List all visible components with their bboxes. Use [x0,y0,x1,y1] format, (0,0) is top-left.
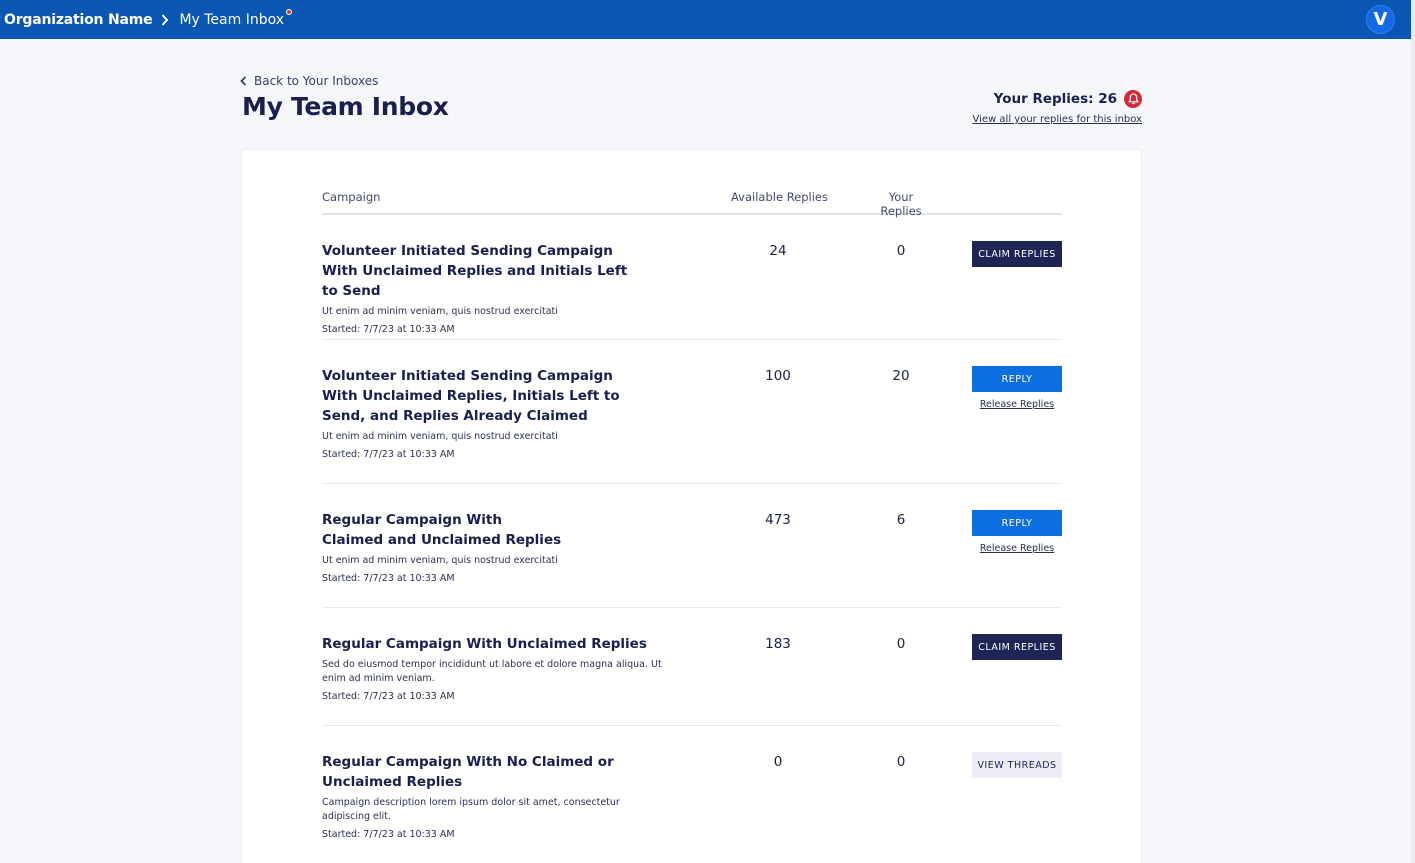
table-row: Regular Campaign With Claimed and Unclai… [322,484,1062,608]
campaign-description: Ut enim ad minim veniam, quis nostrud ex… [322,431,558,442]
campaign-started-date: Started: 7/7/23 at 10:33 AM [322,449,455,460]
available-replies-count: 183 [765,636,791,652]
scrollbar-track [1411,0,1415,863]
breadcrumb-current-label: My Team Inbox [179,11,285,28]
your-replies-count: Your Replies: 26 [993,91,1117,107]
available-replies-count: 24 [769,243,787,259]
campaign-started-date: Started: 7/7/23 at 10:33 AM [322,324,455,335]
claim-replies-button[interactable]: CLAIM REPLIES [972,241,1062,267]
column-header-campaign: Campaign [322,190,381,204]
campaign-title: Volunteer Initiated Sending Campaign Wit… [322,243,628,299]
table-header: Campaign Available Replies Your Replies [322,190,1062,218]
campaign-started-date: Started: 7/7/23 at 10:33 AM [322,573,455,584]
back-to-inboxes-link[interactable]: Back to Your Inboxes [240,74,378,88]
release-replies-link[interactable]: Release Replies [972,399,1062,410]
breadcrumb-organization[interactable]: Organization Name [4,12,153,28]
table-row: Regular Campaign With No Claimed or Uncl… [322,726,1062,863]
column-header-your-replies: Your Replies [880,190,922,218]
campaign-description: Sed do eiusmod tempor incididunt ut labo… [322,659,662,684]
table-row: Volunteer Initiated Sending Campaign Wit… [322,215,1062,340]
your-replies-count: 6 [896,512,906,528]
campaign-description: Ut enim ad minim veniam, quis nostrud ex… [322,306,558,317]
chevron-right-icon [161,13,169,26]
user-avatar[interactable]: V [1366,5,1395,34]
table-row: Regular Campaign With Unclaimed Replies … [322,608,1062,726]
column-header-available-replies: Available Replies [730,190,828,204]
available-replies-count: 473 [765,512,791,528]
bell-icon[interactable] [1124,90,1142,108]
chevron-left-icon [240,76,247,86]
campaign-description: Ut enim ad minim veniam, quis nostrud ex… [322,555,558,566]
campaign-table-card: Campaign Available Replies Your Replies … [241,149,1142,863]
campaign-title: Regular Campaign With Unclaimed Replies [322,636,647,652]
table-row: Volunteer Initiated Sending Campaign Wit… [322,340,1062,484]
view-threads-button[interactable]: VIEW THREADS [972,752,1062,778]
campaign-table: Campaign Available Replies Your Replies … [322,190,1062,863]
campaign-started-date: Started: 7/7/23 at 10:33 AM [322,691,455,702]
reply-button[interactable]: REPLY [972,510,1062,536]
your-replies-summary: Your Replies: 26 View all your replies f… [973,90,1142,125]
available-replies-count: 100 [765,368,791,384]
top-navigation-bar: Organization Name My Team Inbox V [0,0,1411,39]
your-replies-count: 0 [896,636,906,652]
reply-button[interactable]: REPLY [972,366,1062,392]
view-all-replies-link[interactable]: View all your replies for this inbox [973,114,1142,125]
your-replies-count: 0 [896,243,906,259]
campaign-title: Regular Campaign With No Claimed or Uncl… [322,754,614,790]
release-replies-link[interactable]: Release Replies [972,543,1062,554]
campaign-title: Volunteer Initiated Sending Campaign Wit… [322,368,620,424]
page-title: My Team Inbox [242,92,449,121]
notification-dot [286,8,293,15]
breadcrumb-current-page: My Team Inbox [179,8,293,28]
campaign-started-date: Started: 7/7/23 at 10:33 AM [322,829,455,840]
back-link-label: Back to Your Inboxes [254,74,379,88]
your-replies-count: 20 [892,368,910,384]
available-replies-count: 0 [773,754,783,770]
your-replies-count: 0 [896,754,906,770]
claim-replies-button[interactable]: CLAIM REPLIES [972,634,1062,660]
campaign-title: Regular Campaign With Claimed and Unclai… [322,512,562,548]
campaign-description: Campaign description lorem ipsum dolor s… [322,797,620,822]
